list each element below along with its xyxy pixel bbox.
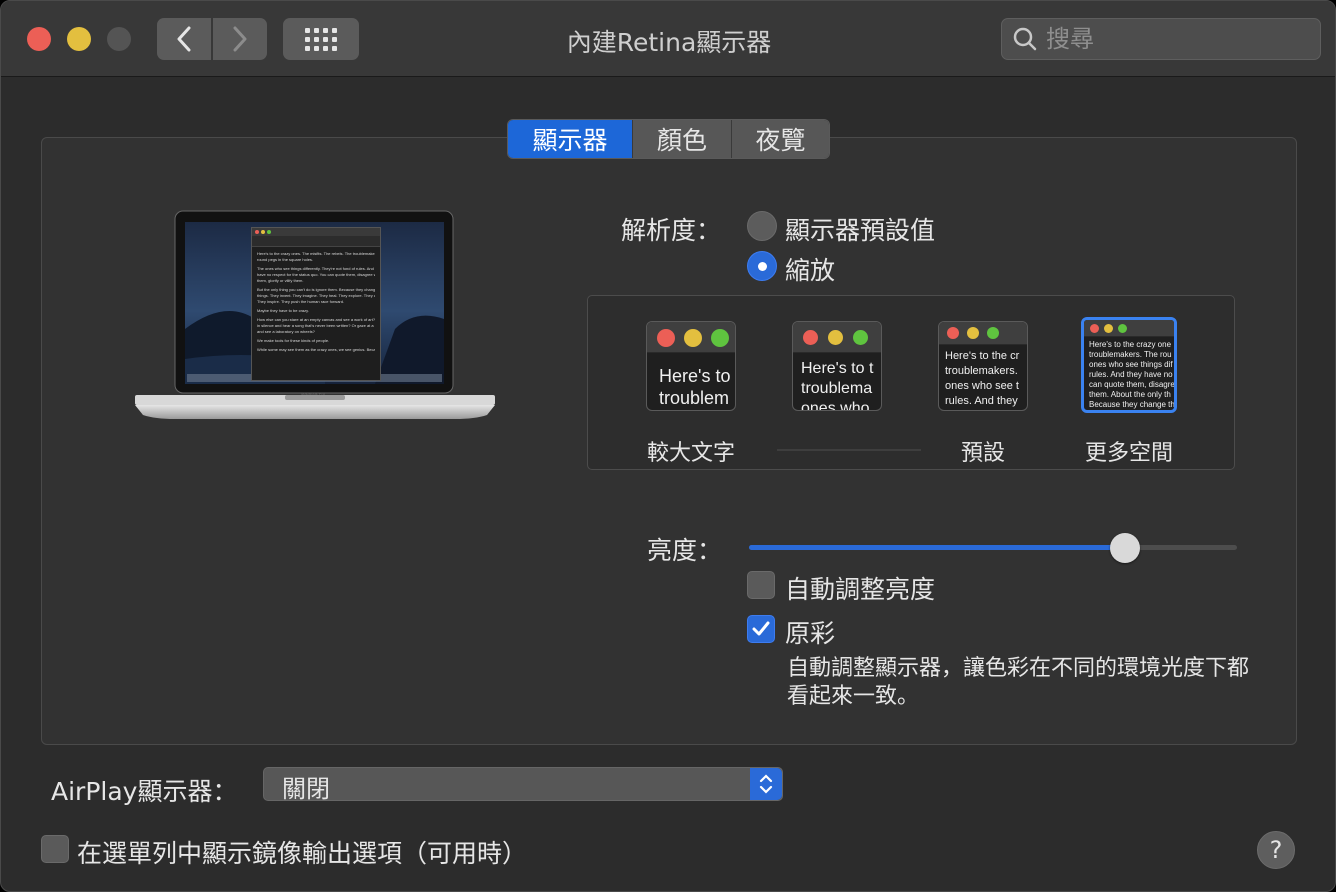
document-text-line: them, glorify or vilify them. (257, 278, 304, 283)
scale-label-more-space: 更多空間 (1084, 441, 1173, 466)
title-bar: 內建Retina顯示器 (1, 1, 1335, 77)
scale-preview-text: Here's to troublem (659, 366, 731, 408)
scale-option-more-space[interactable]: Here's to the crazy one troublemakers. T… (1081, 317, 1177, 413)
default-resolution-label: 顯示器預設值 (785, 216, 936, 245)
scale-preview-text: Here's to t troublema ones who (801, 360, 874, 411)
airplay-popup-value: 關閉 (282, 775, 330, 803)
auto-brightness-checkbox[interactable] (747, 571, 775, 599)
document-text-line: and see a laboratory on wheels? (257, 329, 315, 334)
scale-option-default[interactable]: Here's to the cr troublemakers. ones who… (938, 321, 1028, 411)
brightness-label: 亮度： (647, 536, 723, 565)
preferences-window: 內建Retina顯示器 顯示器 顏色 夜覽 (0, 0, 1336, 892)
airplay-popup[interactable]: 關閉 (263, 767, 783, 803)
document-text-line: round pegs in the square holes. (257, 257, 314, 262)
true-tone-label: 原彩 (785, 619, 836, 648)
search-icon (1013, 27, 1037, 51)
laptop-illustration: Here's to the crazy ones. The misfits. T… (135, 209, 495, 424)
scaled-resolution-label: 縮放 (785, 256, 836, 285)
tab-color[interactable]: 顏色 (633, 120, 732, 158)
laptop-model-label: MacBook Pro (301, 391, 326, 396)
checkmark-icon (752, 621, 770, 636)
scale-label-default: 預設 (960, 441, 1005, 466)
laptop-document-window: Here's to the crazy ones. The misfits. T… (251, 227, 381, 381)
tab-night-shift[interactable]: 夜覽 (732, 120, 829, 158)
updown-chevron-icon (750, 768, 782, 800)
scale-option-2[interactable]: Here's to t troublema ones who (792, 321, 882, 411)
resolution-label: 解析度： (621, 216, 722, 245)
document-text-line: While some may see them as the crazy one… (257, 347, 375, 352)
mirroring-label: 在選單列中顯示鏡像輸出選項（可用時） (77, 839, 528, 868)
scale-preview-text: Here's to the cr troublemakers. ones who… (945, 350, 1020, 407)
mirroring-checkbox[interactable] (41, 835, 69, 863)
document-text-line: They inspire. They push the human race f… (257, 299, 345, 304)
true-tone-checkbox[interactable] (747, 615, 775, 643)
airplay-label: AirPlay顯示器： (51, 777, 238, 806)
document-text-line: Maybe they have to be crazy. (257, 308, 309, 313)
radio-scaled-resolution[interactable] (747, 251, 777, 281)
scale-label-larger-text: 較大文字 (646, 441, 735, 466)
brightness-slider-fill (749, 545, 1125, 550)
help-button[interactable]: ? (1257, 831, 1295, 869)
scale-option-larger-text[interactable]: Here's to troublem (646, 321, 736, 411)
radio-default-resolution[interactable] (747, 211, 777, 241)
tab-display[interactable]: 顯示器 (508, 120, 633, 158)
auto-brightness-label: 自動調整亮度 (785, 575, 936, 604)
scale-label-divider (777, 449, 921, 451)
true-tone-description: 自動調整顯示器，讓色彩在不同的環境光度下都看起來一致。 (787, 656, 1250, 709)
brightness-slider[interactable] (749, 533, 1237, 563)
search-field[interactable] (1001, 18, 1321, 60)
search-input[interactable] (1044, 24, 1298, 54)
tab-bar: 顯示器 顏色 夜覽 (507, 119, 830, 159)
document-text-line: We make tools for these kinds of people. (257, 338, 330, 343)
scale-preview-text: Here's to the crazy one troublemakers. T… (1089, 340, 1174, 409)
brightness-slider-knob[interactable] (1109, 533, 1140, 563)
